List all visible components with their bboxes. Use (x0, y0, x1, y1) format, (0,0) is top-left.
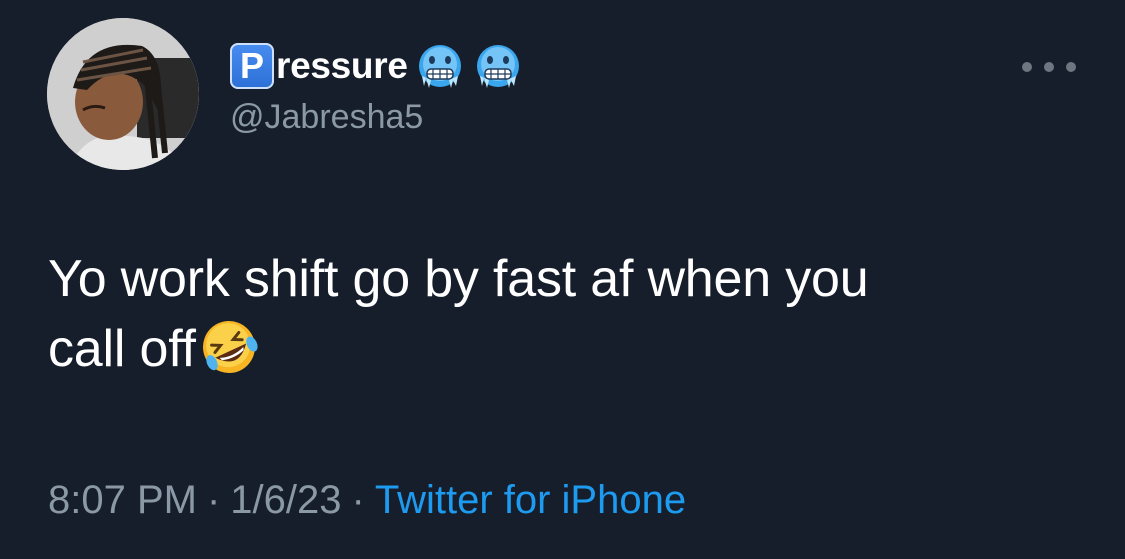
cold-face-icon (474, 42, 522, 90)
tweet-card: P ressure @Jabresha5 Yo work shift go by… (0, 0, 1125, 559)
avatar[interactable] (47, 18, 199, 170)
rolling-on-floor-laughing-icon (198, 316, 260, 378)
tweet-text-line-2: call off (48, 314, 1088, 384)
tweet-meta: 8:07 PM · 1/6/23 · Twitter for iPhone (48, 478, 686, 523)
tweet-text: Yo work shift go by fast af when you cal… (48, 244, 1088, 384)
meta-separator: · (351, 478, 365, 522)
p-button-icon: P (230, 43, 274, 89)
tweet-date[interactable]: 1/6/23 (230, 478, 341, 522)
more-dot-icon (1022, 62, 1032, 72)
tweet-time[interactable]: 8:07 PM (48, 478, 197, 522)
more-dot-icon (1044, 62, 1054, 72)
meta-separator: · (206, 478, 221, 522)
tweet-text-line: Yo work shift go by fast af when you (48, 250, 869, 308)
tweet-text-line: call off (48, 320, 196, 378)
more-options-button[interactable] (1022, 52, 1076, 82)
cold-face-icon (416, 42, 464, 90)
tweet-source-link[interactable]: Twitter for iPhone (375, 478, 686, 522)
author-name-row[interactable]: P ressure (230, 40, 522, 92)
more-dot-icon (1066, 62, 1076, 72)
display-name[interactable]: ressure (276, 45, 408, 87)
user-handle[interactable]: @Jabresha5 (230, 98, 423, 137)
avatar-image (47, 18, 199, 170)
